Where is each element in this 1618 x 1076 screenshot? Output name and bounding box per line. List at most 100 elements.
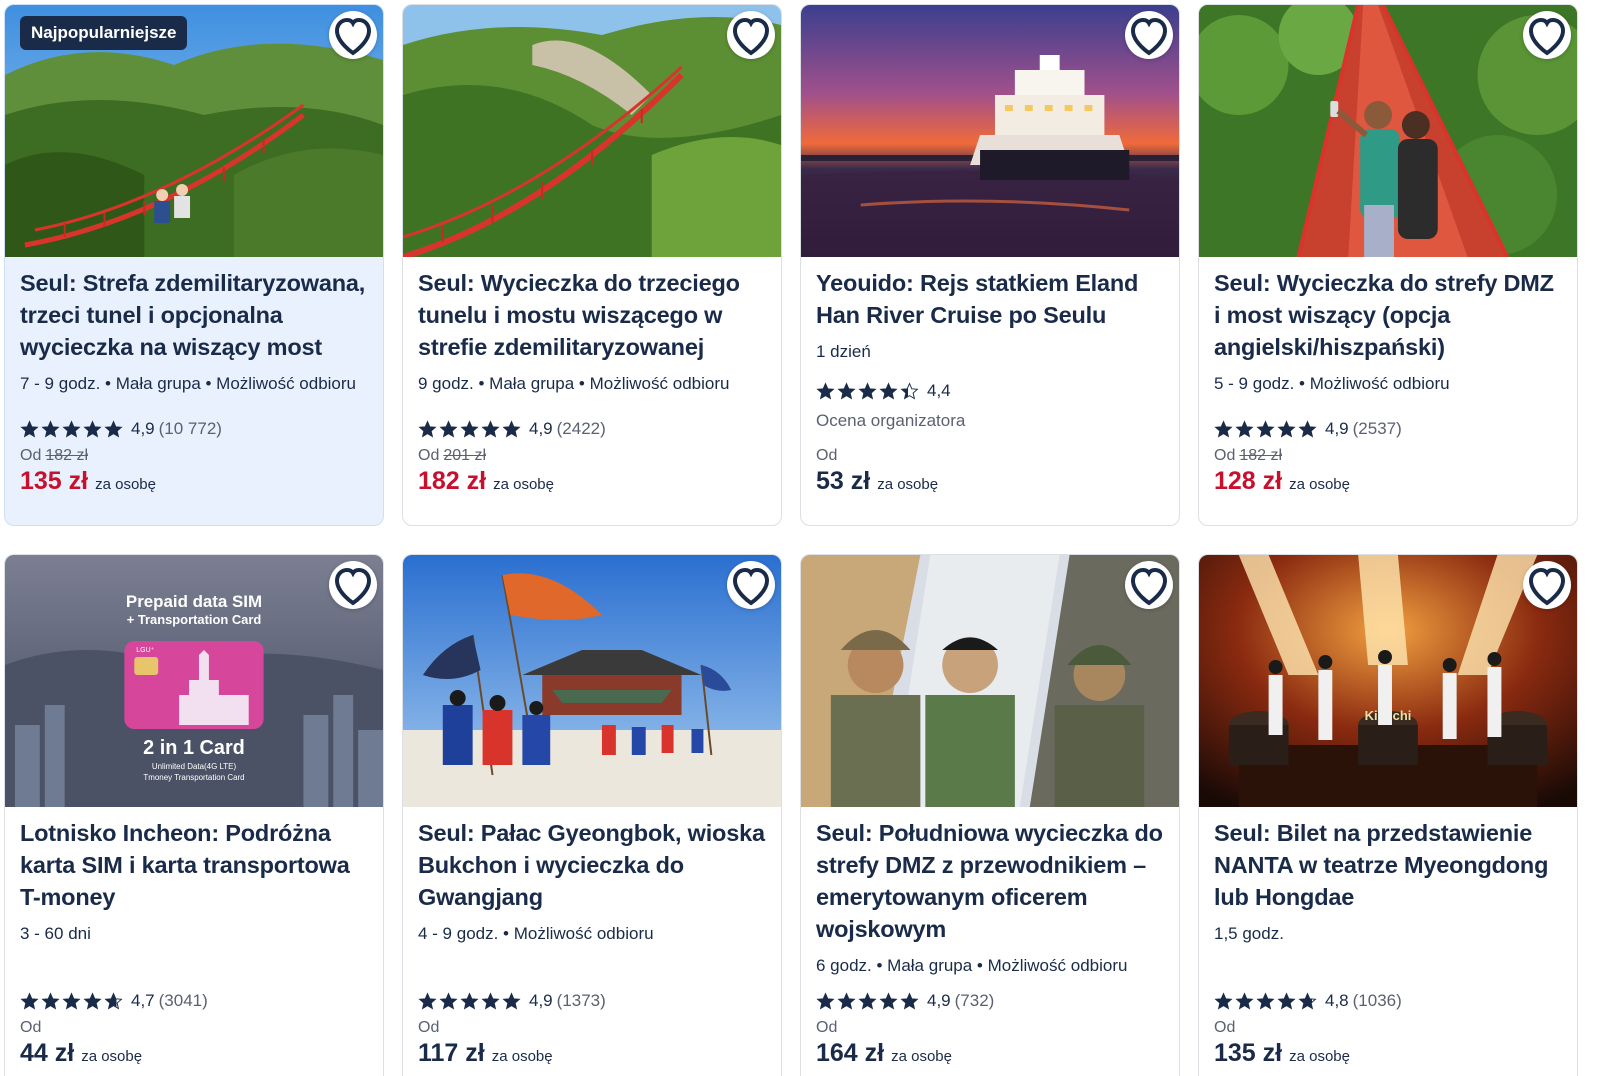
activity-title[interactable]: Yeouido: Rejs statkiem Eland Han River C… — [816, 267, 1167, 331]
price-unit: za osobę — [877, 476, 939, 493]
star-icon — [104, 991, 123, 1010]
old-price: 182 zł — [1239, 447, 1283, 464]
activity-card[interactable]: Kim chi Seul: Bilet na przedstawienie NA… — [1198, 554, 1578, 1076]
rating-value: 4,7 — [131, 991, 155, 1010]
price-from: Od — [816, 1019, 837, 1037]
sim-title-line2: + Transportation Card — [127, 612, 262, 627]
sim-title-line5: Tmoney Transportation Card — [143, 773, 244, 782]
rating-value: 4,9 — [131, 419, 155, 438]
star-icon — [837, 991, 856, 1010]
activity-meta: 4 - 9 godz. • Możliwość odbioru — [418, 924, 654, 943]
star-icon — [439, 991, 458, 1010]
rating-stars — [20, 419, 123, 439]
price-from: Od 201 zł — [418, 447, 486, 465]
star-icon — [502, 991, 521, 1010]
star-icon — [1256, 991, 1275, 1010]
activity-title[interactable]: Seul: Bilet na przedstawienie NANTA w te… — [1214, 817, 1565, 913]
star-icon — [20, 419, 39, 438]
activity-meta: 1,5 godz. — [1214, 924, 1284, 943]
activity-title[interactable]: Seul: Pałac Gyeongbok, wioska Bukchon i … — [418, 817, 769, 913]
activity-title[interactable]: Lotnisko Incheon: Podróżna karta SIM i k… — [20, 817, 371, 913]
star-icon — [83, 991, 102, 1010]
activity-meta: 6 godz. • Mała grupa • Możliwość odbioru — [816, 956, 1128, 975]
price: 128 zł za osobę — [1214, 467, 1350, 496]
price-from: Od 182 zł — [1214, 447, 1282, 465]
activity-card[interactable]: Najpopularniejsze Seul: Strefa zdemilita… — [4, 4, 384, 526]
star-icon — [62, 991, 81, 1010]
price-unit: za osobę — [81, 1048, 143, 1065]
activity-title[interactable]: Seul: Południowa wycieczka do strefy DMZ… — [816, 817, 1167, 945]
star-icon — [816, 991, 835, 1010]
star-icon — [1235, 991, 1254, 1010]
activity-meta: 9 godz. • Mała grupa • Możliwość odbioru — [418, 374, 730, 393]
price-from: Od — [816, 447, 837, 465]
price: 44 zł za osobę — [20, 1039, 142, 1068]
from-label: Od — [418, 1019, 440, 1036]
wishlist-heart-icon[interactable] — [1523, 561, 1571, 609]
old-price: 201 zł — [443, 447, 487, 464]
price: 182 zł za osobę — [418, 467, 554, 496]
activity-card[interactable]: Seul: Wycieczka do trzeciego tunelu i mo… — [402, 4, 782, 526]
activity-card[interactable]: Seul: Pałac Gyeongbok, wioska Bukchon i … — [402, 554, 782, 1076]
star-icon — [104, 419, 123, 438]
wishlist-heart-icon[interactable] — [727, 11, 775, 59]
sim-title-line1: Prepaid data SIM — [126, 592, 262, 611]
old-price: 182 zł — [45, 447, 89, 464]
star-icon — [816, 381, 835, 400]
sim-title-line4: Unlimited Data(4G LTE) — [152, 762, 237, 771]
rating: 4,9 (10 772) — [20, 419, 222, 439]
organizer-rating-label: Ocena organizatora — [816, 411, 966, 430]
star-icon — [41, 419, 60, 438]
star-icon — [460, 419, 479, 438]
activity-image[interactable] — [1199, 5, 1577, 257]
activity-title[interactable]: Seul: Wycieczka do trzeciego tunelu i mo… — [418, 267, 769, 363]
star-icon — [460, 991, 479, 1010]
from-label: Od — [418, 447, 440, 464]
rating-stars — [418, 419, 521, 439]
activity-image[interactable]: Najpopularniejsze — [5, 5, 383, 257]
activity-image[interactable]: Kim chi — [1199, 555, 1577, 807]
price-from: Od — [20, 1019, 41, 1037]
wishlist-heart-icon[interactable] — [1125, 561, 1173, 609]
star-icon — [1277, 419, 1296, 438]
wishlist-heart-icon[interactable] — [1125, 11, 1173, 59]
activity-card[interactable]: Seul: Południowa wycieczka do strefy DMZ… — [800, 554, 1180, 1076]
rating: 4,7 (3041) — [20, 991, 208, 1011]
star-icon — [1298, 419, 1317, 438]
activity-image[interactable] — [403, 5, 781, 257]
wishlist-heart-icon[interactable] — [329, 561, 377, 609]
from-label: Od — [816, 447, 838, 464]
price-value: 53 zł — [816, 467, 871, 495]
rating: 4,9 (732) — [816, 991, 994, 1011]
price-from: Od 182 zł — [20, 447, 88, 465]
activity-card[interactable]: Seul: Wycieczka do strefy DMZ i most wis… — [1198, 4, 1578, 526]
activity-image[interactable] — [403, 555, 781, 807]
activity-image[interactable] — [801, 555, 1179, 807]
activity-title[interactable]: Seul: Strefa zdemilitaryzowana, trzeci t… — [20, 267, 371, 363]
price-value: 164 zł — [816, 1039, 885, 1067]
star-icon — [481, 419, 500, 438]
activity-image[interactable]: LGU⁺ Prepaid data SIM + Transportation C… — [5, 555, 383, 807]
star-icon — [858, 991, 877, 1010]
rating-value: 4,8 — [1325, 991, 1349, 1010]
wishlist-heart-icon[interactable] — [1523, 11, 1571, 59]
activity-title[interactable]: Seul: Wycieczka do strefy DMZ i most wis… — [1214, 267, 1565, 363]
wishlist-heart-icon[interactable] — [727, 561, 775, 609]
star-icon — [879, 991, 898, 1010]
star-icon — [900, 381, 919, 400]
price-unit: za osobę — [891, 1048, 952, 1065]
rating: 4,9 (1373) — [418, 991, 606, 1011]
price: 135 zł za osobę — [1214, 1039, 1350, 1068]
star-icon — [900, 991, 919, 1010]
activity-card[interactable]: LGU⁺ Prepaid data SIM + Transportation C… — [4, 554, 384, 1076]
activity-meta: 7 - 9 godz. • Mała grupa • Możliwość odb… — [20, 374, 357, 393]
activity-image[interactable] — [801, 5, 1179, 257]
price-unit: za osobę — [493, 476, 554, 493]
rating-value: 4,4 — [927, 381, 951, 400]
activity-card[interactable]: Yeouido: Rejs statkiem Eland Han River C… — [800, 4, 1180, 526]
from-label: Od — [1214, 1019, 1236, 1036]
price-unit: za osobę — [1289, 1048, 1350, 1065]
rating-value: 4,9 — [529, 991, 553, 1010]
price: 135 zł za osobę — [20, 467, 156, 496]
wishlist-heart-icon[interactable] — [329, 11, 377, 59]
